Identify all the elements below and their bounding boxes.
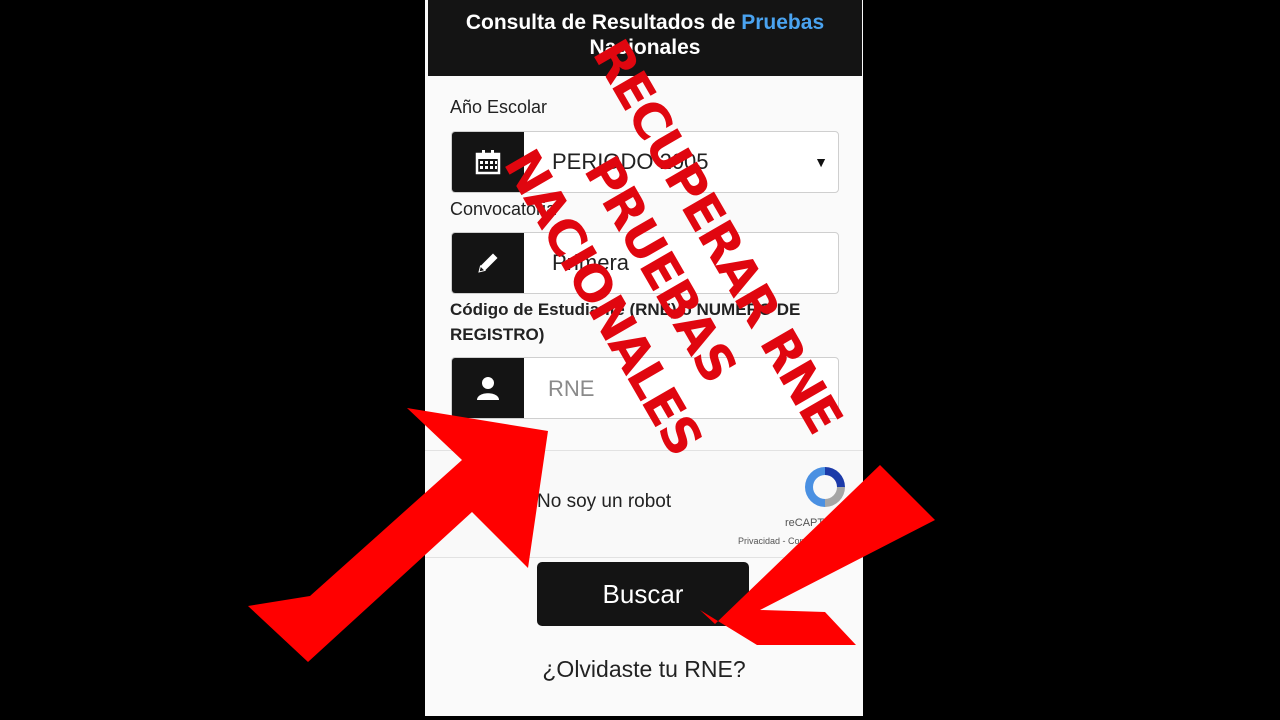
search-button[interactable]: Buscar (537, 562, 749, 626)
header-title-part1: Consulta de Resultados de (465, 11, 742, 34)
rne-input[interactable] (546, 358, 830, 418)
year-select[interactable]: PERIODO 2005 ▼ (451, 131, 839, 193)
forgot-rne-link[interactable]: ¿Olvidaste tu RNE? (425, 656, 863, 683)
recaptcha-brand: reCAPTCHA (785, 517, 848, 529)
header-title-accent: Pruebas (741, 11, 825, 34)
year-label: Año Escolar (450, 97, 548, 117)
chevron-down-icon: ▼ (814, 154, 828, 170)
recaptcha-logo-icon (805, 467, 845, 507)
convocatoria-value: Primera (552, 250, 630, 275)
pencil-icon (452, 233, 524, 293)
recaptcha-privacy-links[interactable]: Privacidad - Condiciones (738, 536, 838, 546)
calendar-icon (452, 132, 524, 192)
user-icon (452, 358, 524, 418)
header-title-part2: Nacionales (589, 36, 701, 59)
captcha-checkbox-label[interactable]: No soy un robot (537, 491, 671, 513)
recaptcha-widget: No soy un robot reCAPTCHA Privacidad - C… (425, 450, 863, 558)
convocatoria-select[interactable]: Primera (451, 232, 839, 294)
convocatoria-label: Convocatoria (450, 199, 557, 219)
student-code-field[interactable] (451, 357, 839, 419)
year-value: PERIODO 2005 (552, 149, 709, 174)
student-code-label: Código de Estudiante (RNE) o NUMERO DE R… (450, 300, 801, 344)
page-header: Consulta de Resultados de Pruebas Nacion… (428, 0, 862, 76)
login-panel: Consulta de Resultados de Pruebas Nacion… (425, 0, 863, 716)
